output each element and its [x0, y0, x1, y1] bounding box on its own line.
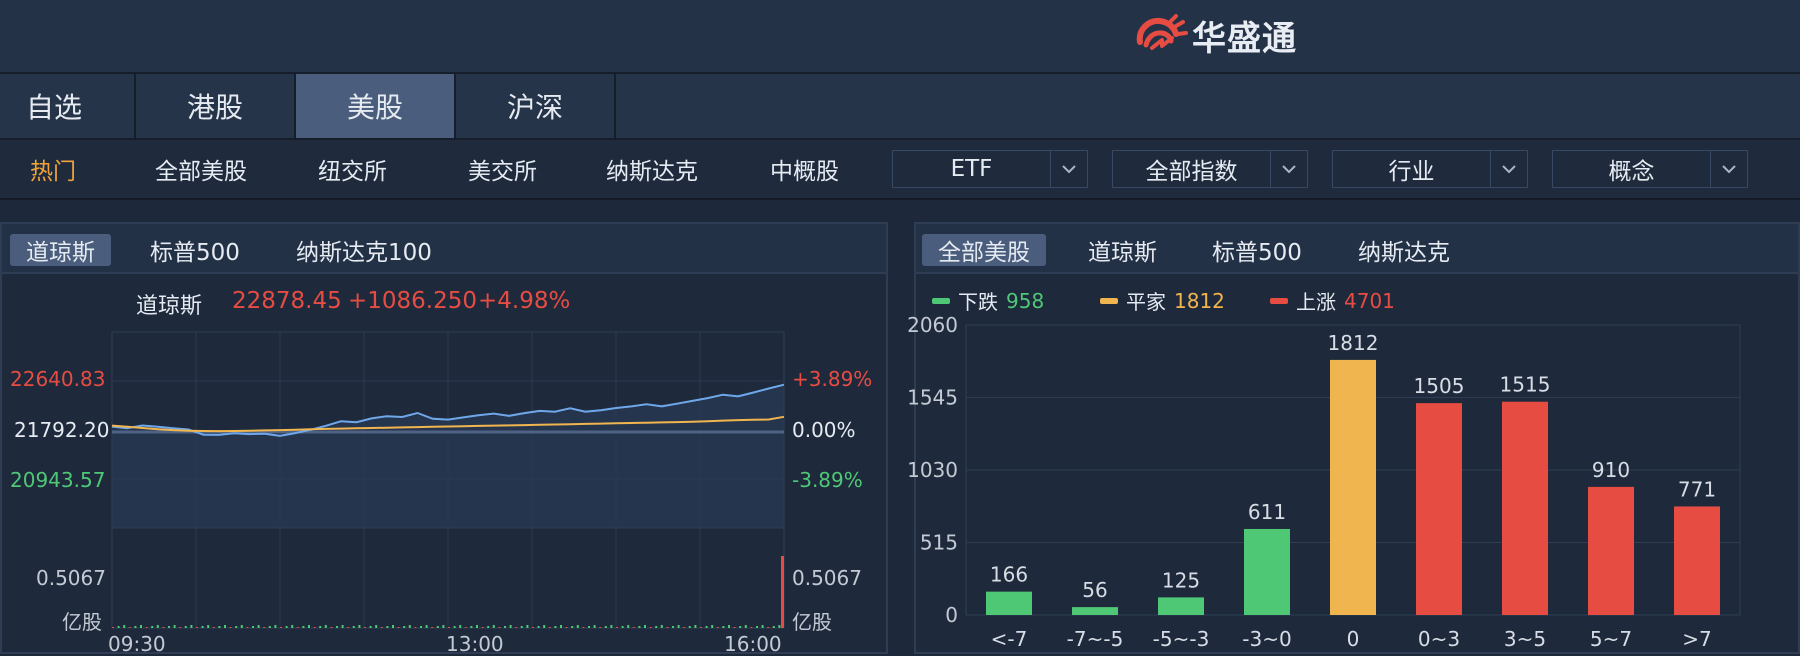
- bar-ytick-label: 1030: [907, 458, 958, 482]
- bar: [1416, 403, 1462, 615]
- bar-category-label: -5~-3: [1153, 627, 1210, 651]
- bar: [1588, 486, 1634, 615]
- bar-category-label: -7~-5: [1067, 627, 1124, 651]
- bar-value-label: 1812: [1328, 331, 1379, 355]
- bar-value-label: 125: [1162, 568, 1200, 592]
- bar-category-label: 0~3: [1418, 627, 1460, 651]
- bar-value-label: 611: [1248, 500, 1286, 524]
- bar-value-label: 56: [1082, 578, 1107, 602]
- bar-category-label: <-7: [991, 627, 1028, 651]
- bar-value-label: 771: [1678, 477, 1716, 501]
- bar: [1244, 528, 1290, 615]
- bar: [1072, 607, 1118, 615]
- bar-ytick-label: 0: [945, 603, 958, 627]
- bar-category-label: 5~7: [1590, 627, 1632, 651]
- bar-ytick-label: 1545: [907, 386, 958, 410]
- distribution-bar-chart: 0 515 1030 1545 2060 166 <-7 56 -7~-5 125 -5~-3 611…: [907, 313, 1741, 651]
- bar-category-label: 0: [1347, 627, 1360, 651]
- bar-ytick-label: 2060: [907, 313, 958, 337]
- bar: [1330, 359, 1376, 615]
- bar: [986, 591, 1032, 615]
- bar: [1502, 401, 1548, 615]
- bar: [1158, 597, 1204, 615]
- bar-value-label: 910: [1592, 458, 1630, 482]
- bar-category-label: >7: [1682, 627, 1711, 651]
- bar-category-label: -3~0: [1242, 627, 1291, 651]
- bar: [1674, 506, 1720, 615]
- bar-value-label: 1515: [1500, 373, 1551, 397]
- bar-category-label: 3~5: [1504, 627, 1546, 651]
- bar-value-label: 1505: [1414, 374, 1465, 398]
- bar-value-label: 166: [990, 563, 1028, 587]
- bar-ytick-label: 515: [920, 531, 958, 555]
